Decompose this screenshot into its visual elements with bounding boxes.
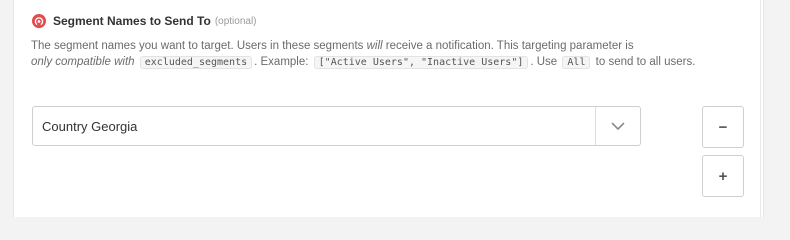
field-panel: Segment Names to Send To (optional) The … xyxy=(13,0,764,217)
onesignal-app-icon xyxy=(32,14,46,28)
optional-tag: (optional) xyxy=(214,15,257,27)
description-text: to send to all users. xyxy=(592,56,696,68)
description-emphasis-compatible: only compatible with xyxy=(31,56,135,68)
divider xyxy=(760,0,790,217)
field-header: Segment Names to Send To (optional) xyxy=(32,13,257,29)
description-text: The segment names you want to target. Us… xyxy=(31,40,367,52)
description-text: . Example: xyxy=(254,56,312,68)
field-label: Segment Names to Send To xyxy=(53,14,211,28)
code-example: ["Active Users", "Inactive Users"] xyxy=(313,56,529,69)
remove-item-button[interactable]: − xyxy=(702,106,744,148)
segment-select[interactable]: Country Georgia xyxy=(32,106,641,146)
add-item-button[interactable]: + xyxy=(702,155,744,197)
field-description: The segment names you want to target. Us… xyxy=(31,38,743,71)
chevron-down-icon[interactable] xyxy=(596,107,640,145)
segment-select-value[interactable]: Country Georgia xyxy=(33,119,595,134)
description-text: . Use xyxy=(530,56,561,68)
description-text: receive a notification. This targeting p… xyxy=(382,40,634,52)
code-all: All xyxy=(562,56,591,69)
description-emphasis-will: will xyxy=(366,40,383,52)
code-excluded-segments: excluded_segments xyxy=(139,56,253,69)
